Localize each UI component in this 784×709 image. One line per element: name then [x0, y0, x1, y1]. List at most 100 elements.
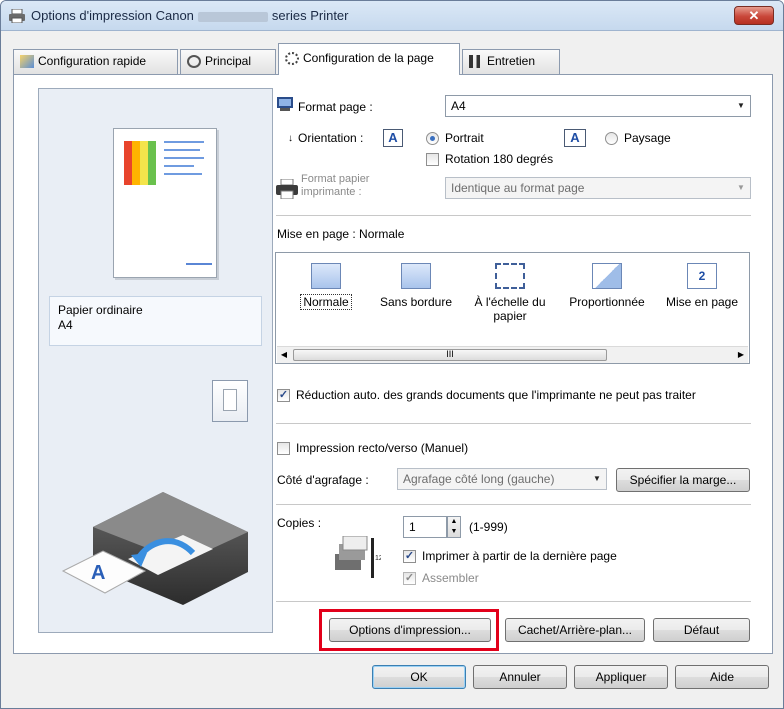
quick-setup-icon	[20, 55, 34, 69]
main-icon	[187, 55, 201, 69]
layout-label: Sans bordure	[379, 295, 453, 309]
layout-fit-icon	[495, 263, 525, 289]
copies-label: Copies :	[277, 516, 322, 530]
stapling-value: Agrafage côté long (gauche)	[403, 472, 555, 486]
printer-icon	[9, 9, 25, 23]
scroll-left-icon[interactable]: ◀	[277, 348, 291, 362]
tab-main[interactable]: Principal	[180, 49, 276, 74]
collate-label: Assembler	[422, 571, 479, 585]
portrait-radio[interactable]	[426, 132, 439, 145]
cancel-button[interactable]: Annuler	[473, 665, 567, 689]
chevron-down-icon: ▼	[593, 474, 601, 483]
page-size-value: A4	[451, 99, 466, 113]
tab-label: Configuration rapide	[38, 54, 147, 68]
media-type: Papier ordinaire	[58, 303, 143, 317]
page-size-icon	[277, 97, 293, 111]
landscape-radio[interactable]	[605, 132, 618, 145]
tab-bar: Configuration rapide Principal Configura…	[1, 43, 783, 75]
rotate-180-label: Rotation 180 degrés	[445, 152, 554, 166]
media-size: A4	[58, 318, 73, 332]
print-options-window: Options d'impression Canon series Printer…	[0, 0, 784, 709]
title-bar: Options d'impression Canon series Printer…	[1, 1, 783, 31]
ok-button[interactable]: OK	[372, 665, 466, 689]
duplex-label: Impression recto/verso (Manuel)	[296, 441, 469, 455]
layout-horizontal-scrollbar[interactable]: ◀ III ▶	[277, 346, 748, 363]
stamp-background-button[interactable]: Cachet/Arrière-plan...	[505, 618, 645, 642]
maintenance-icon	[469, 55, 483, 69]
layout-borderless-icon	[401, 263, 431, 289]
auto-reduce-label: Réduction auto. des grands documents que…	[296, 388, 696, 402]
preview-line	[164, 165, 194, 167]
svg-text:A: A	[91, 562, 105, 584]
duplex-checkbox[interactable]	[277, 442, 290, 455]
printer-illustration: A	[61, 492, 248, 605]
tab-label: Configuration de la page	[303, 51, 434, 65]
copies-input[interactable]: 1	[403, 516, 447, 538]
layout-item-normal[interactable]: Normale	[296, 263, 356, 310]
page-preview	[113, 128, 217, 278]
scroll-right-icon[interactable]: ▶	[734, 348, 748, 362]
chevron-down-icon: ▼	[737, 183, 745, 192]
copies-stepper[interactable]: ▲ ▼	[447, 516, 461, 538]
printer-paper-select[interactable]: Identique au format page ▼	[445, 177, 751, 199]
page-setup-icon	[285, 52, 299, 66]
layout-item-scaled[interactable]: Proportionnée	[561, 263, 653, 309]
divider	[276, 215, 751, 216]
page-size-select[interactable]: A4 ▼	[445, 95, 751, 117]
landscape-label: Paysage	[624, 131, 671, 145]
collate-checkbox[interactable]: ✓	[403, 572, 416, 585]
layout-page-layout-icon: 2	[687, 263, 717, 289]
defaults-button[interactable]: Défaut	[653, 618, 750, 642]
tab-maintenance[interactable]: Entretien	[462, 49, 560, 74]
window-title: Options d'impression Canon series Printer	[31, 8, 348, 23]
close-button[interactable]: ✕	[734, 6, 774, 25]
preview-footer-line	[186, 263, 212, 265]
tab-quick-setup[interactable]: Configuration rapide	[13, 49, 178, 74]
layout-label: Proportionnée	[569, 295, 645, 309]
layout-item-fit-to-page[interactable]: À l'échelle du papier	[466, 263, 554, 323]
preview-line	[164, 157, 204, 159]
layout-item-page-layout[interactable]: 2 Mise en page	[658, 263, 746, 309]
auto-reduce-checkbox[interactable]: ✓	[277, 389, 290, 402]
page-layout-label: Mise en page : Normale	[277, 227, 405, 241]
chevron-down-icon: ▼	[737, 101, 745, 110]
title-suffix: series Printer	[271, 8, 349, 23]
last-page-first-checkbox[interactable]: ✓	[403, 550, 416, 563]
divider	[276, 601, 751, 602]
last-page-first-label: Imprimer à partir de la dernière page	[422, 549, 617, 563]
copies-icon: 123	[335, 536, 381, 578]
preview-line	[164, 141, 204, 143]
tab-label: Entretien	[487, 54, 536, 68]
copies-value: 1	[409, 520, 416, 534]
tab-page-setup[interactable]: Configuration de la page	[278, 43, 460, 75]
apply-button[interactable]: Appliquer	[574, 665, 668, 689]
arrow-down-icon: ↓	[288, 133, 293, 144]
portrait-icon: A	[383, 129, 403, 147]
layout-scaled-icon	[592, 263, 622, 289]
close-icon: ✕	[748, 8, 760, 23]
stapling-select[interactable]: Agrafage côté long (gauche) ▼	[397, 468, 607, 490]
rotate-180-checkbox[interactable]	[426, 153, 439, 166]
landscape-icon: A	[564, 129, 586, 147]
preview-color-bars	[124, 141, 156, 185]
preview-line	[164, 173, 202, 175]
printer-paper-label-line: Format papier	[301, 173, 370, 185]
help-button[interactable]: Aide	[675, 665, 769, 689]
orientation-label: Orientation :	[298, 131, 364, 145]
specify-margin-button[interactable]: Spécifier la marge...	[616, 468, 750, 492]
paper-orientation-preview	[212, 380, 248, 422]
portrait-label: Portrait	[445, 131, 484, 145]
divider	[276, 504, 751, 505]
svg-text:123: 123	[375, 555, 381, 562]
scroll-thumb[interactable]: III	[293, 349, 607, 361]
highlight-box	[319, 609, 499, 651]
model-name-redacted	[197, 11, 268, 22]
page-layout-list[interactable]: Normale Sans bordure À l'échelle du papi…	[275, 252, 750, 364]
layout-label: À l'échelle du papier	[474, 295, 546, 323]
printer-paper-label: Format papier imprimante :	[301, 173, 369, 199]
preview-line	[164, 149, 200, 151]
layout-label: Mise en page	[665, 295, 739, 309]
printer-paper-icon	[276, 179, 298, 199]
layout-item-borderless[interactable]: Sans bordure	[371, 263, 461, 309]
title-prefix: Options d'impression Canon	[31, 8, 194, 23]
